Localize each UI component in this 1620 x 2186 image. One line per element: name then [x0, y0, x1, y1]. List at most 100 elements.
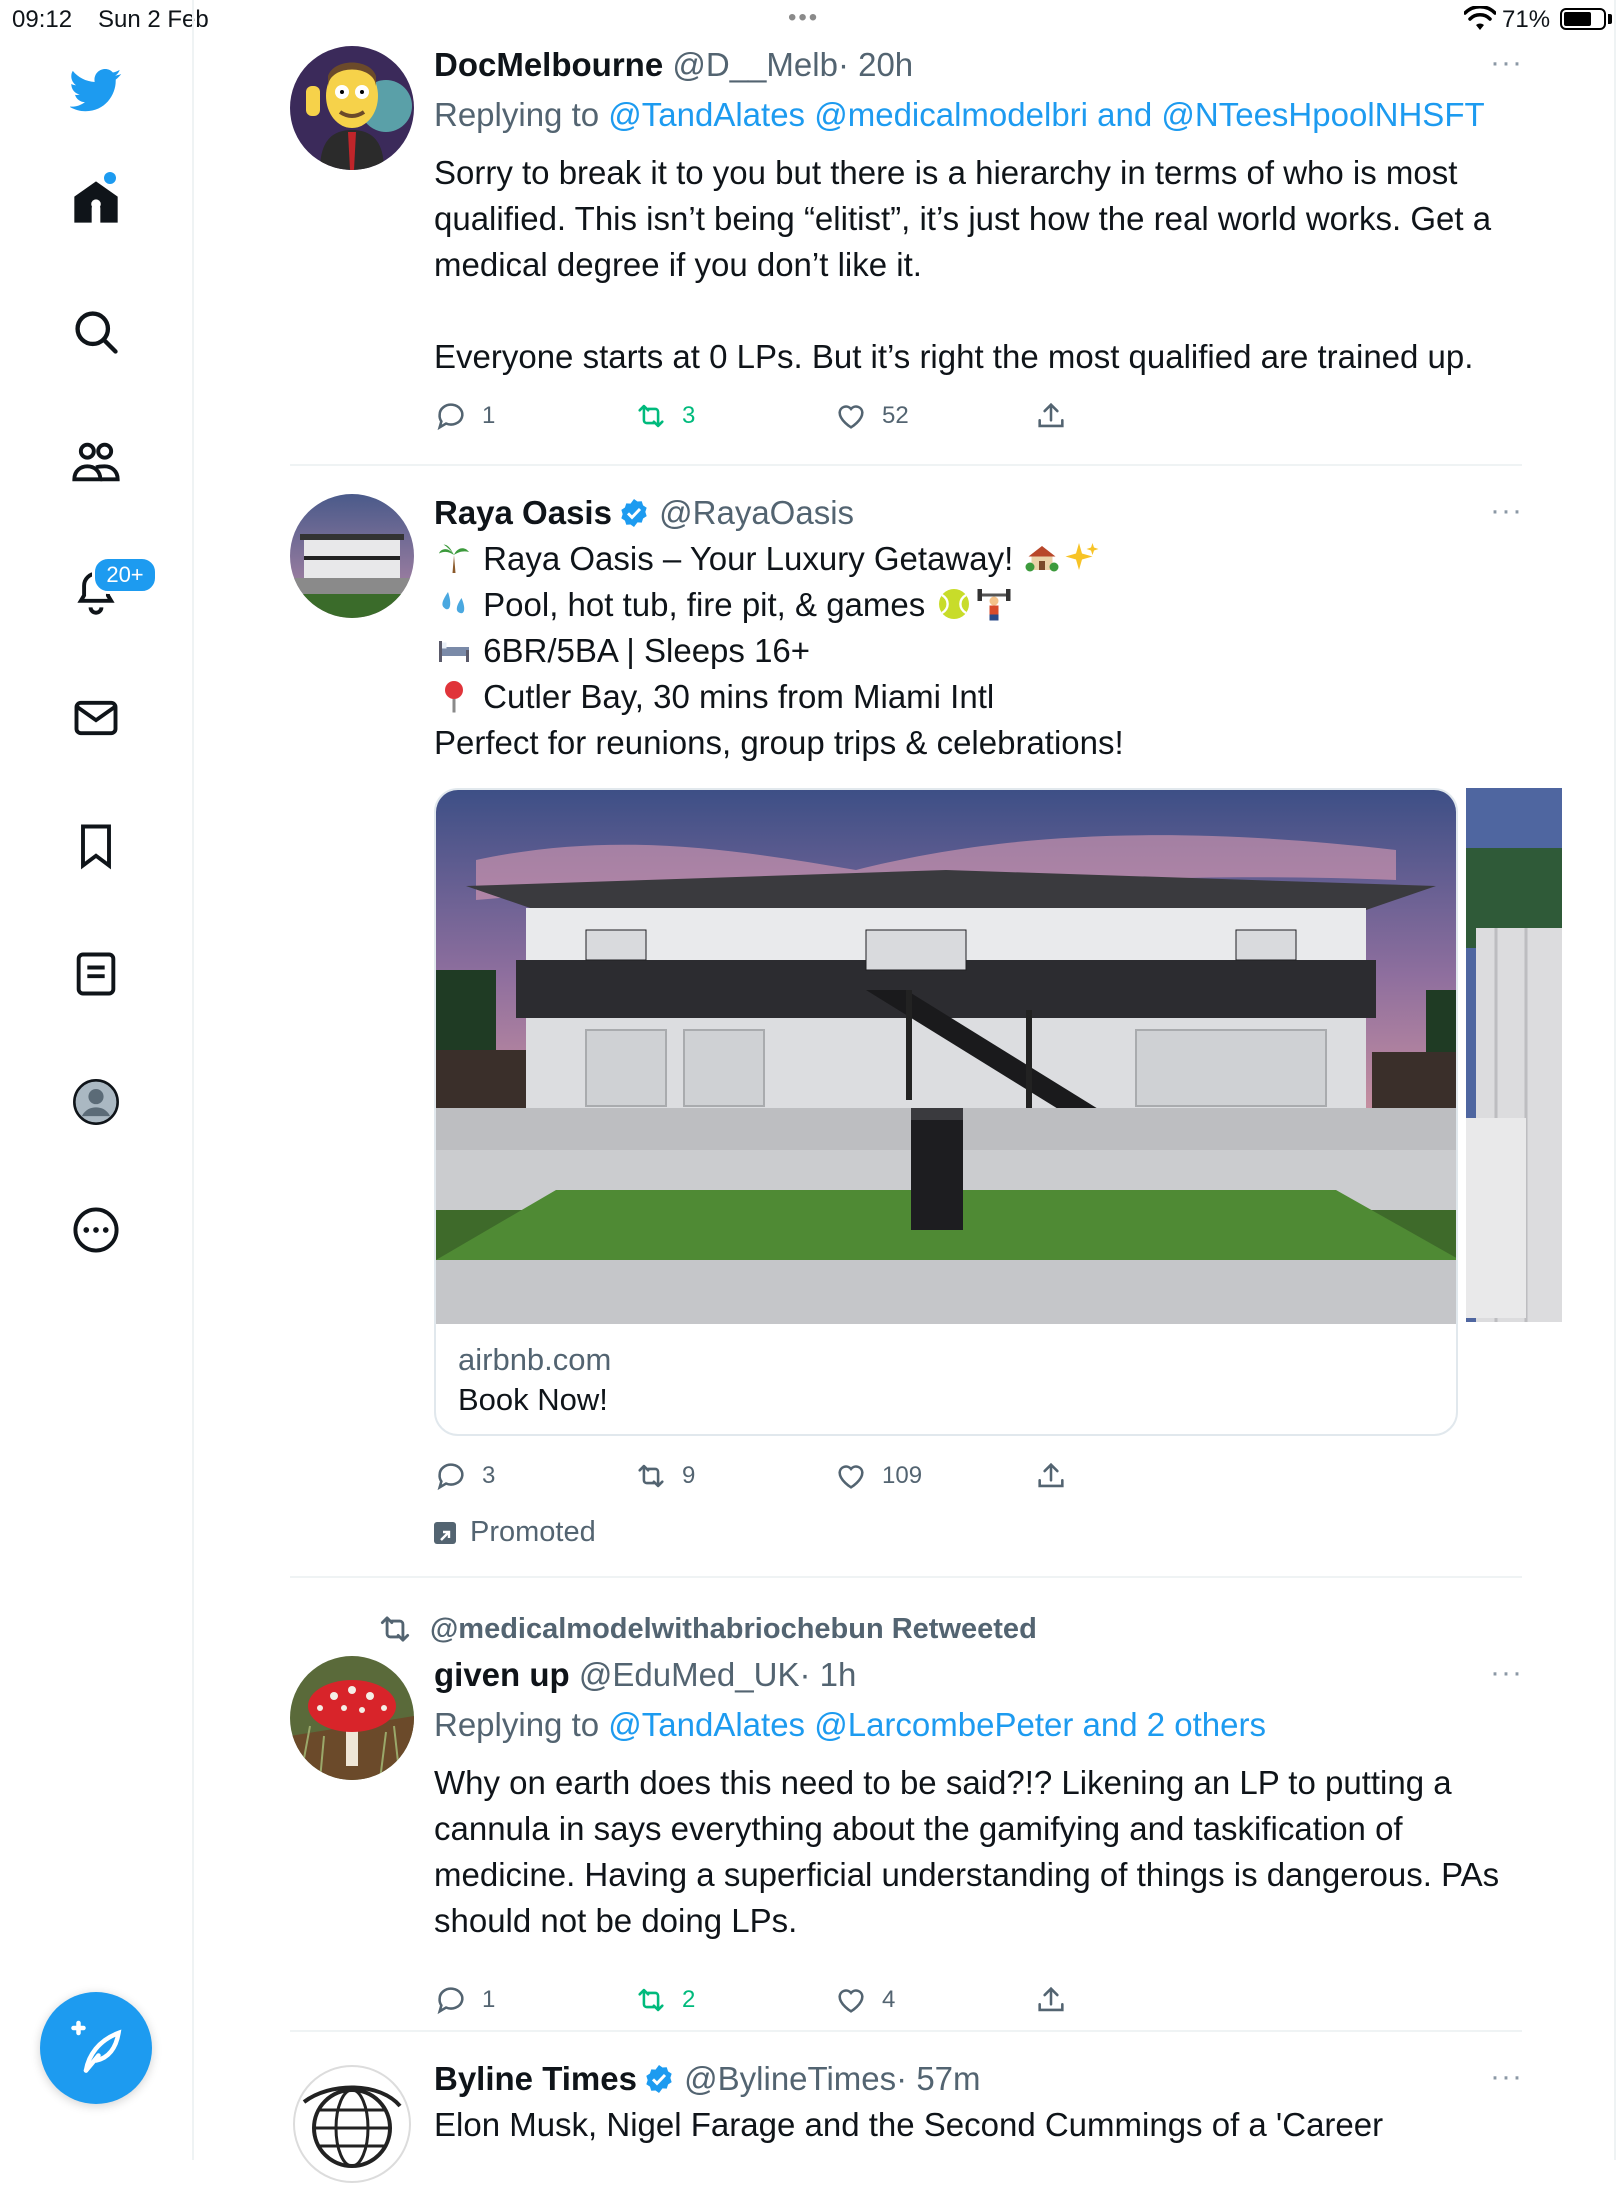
share-button[interactable] [1034, 1980, 1068, 2020]
carousel-next-photo[interactable] [1466, 788, 1562, 1322]
avatar[interactable] [290, 494, 414, 618]
tweet-actions: 1 3 52 [434, 396, 1134, 436]
share-icon [1038, 1462, 1064, 1488]
retweet-count: 2 [682, 1986, 696, 2013]
heart-icon [838, 405, 864, 429]
tweet-line-4: Cutler Bay, 30 mins from Miami Intl [483, 678, 995, 715]
like-button[interactable]: 4 [834, 1980, 895, 2020]
messages-icon[interactable] [70, 692, 122, 744]
pushpin-icon [445, 681, 463, 713]
reply-mentions[interactable]: @TandAlates @LarcombePeter and 2 others [608, 1706, 1266, 1743]
reply-count: 3 [482, 1462, 496, 1489]
profile-icon[interactable] [70, 1076, 122, 1128]
replying-label: Replying to [434, 1706, 600, 1743]
reply-button[interactable]: 1 [434, 396, 495, 436]
author-handle[interactable]: @RayaOasis [659, 494, 854, 531]
divider [290, 2030, 1522, 2032]
retweet-button[interactable]: 2 [634, 1980, 695, 2020]
like-button[interactable]: 52 [834, 396, 909, 436]
card-domain[interactable]: airbnb.com [458, 1342, 611, 1378]
like-count: 52 [882, 402, 909, 429]
more-options-icon[interactable]: ··· [1490, 2060, 1523, 2094]
sparkles-icon [1065, 543, 1099, 570]
house-photo [436, 790, 1456, 1324]
compose-feather-icon [71, 2020, 122, 2073]
more-options-icon[interactable]: ··· [1490, 1656, 1523, 1690]
wifi-icon [1464, 6, 1496, 30]
more-options-icon[interactable]: ··· [1490, 46, 1523, 80]
tweet-line-1: Raya Oasis – Your Luxury Getaway! [483, 540, 1014, 577]
divider [290, 1576, 1522, 1578]
reply-button[interactable]: 1 [434, 1980, 495, 2020]
reply-button[interactable]: 3 [434, 1456, 495, 1496]
status-bar: 09:12 Sun 2 Feb ••• 71% [0, 0, 1620, 40]
avatar[interactable] [290, 1656, 414, 1780]
link-card[interactable]: airbnb.com Book Now! [434, 788, 1458, 1436]
palm-tree-icon [439, 544, 469, 573]
replying-to: Replying to @TandAlates @medicalmodelbri… [434, 96, 1485, 134]
avatar[interactable] [290, 46, 414, 170]
author-handle[interactable]: @BylineTimes [684, 2060, 896, 2097]
compose-tweet-button[interactable] [40, 1992, 152, 2104]
tweet-time: · 1h [799, 1656, 857, 1693]
tweet-text: Sorry to break it to you but there is a … [434, 150, 1534, 380]
tennis-ball-icon [939, 589, 970, 619]
author-name[interactable]: DocMelbourne [434, 46, 663, 83]
tweet-text: Why on earth does this need to be said?!… [434, 1764, 1500, 1939]
tweet-actions: 3 9 109 [434, 1456, 1134, 1496]
tweet-text: Elon Musk, Nigel Farage and the Second C… [434, 2106, 1384, 2143]
reply-mentions[interactable]: @TandAlates @medicalmodelbri and @NTeesH… [608, 96, 1484, 133]
house-garden-icon [1025, 546, 1059, 572]
retweeted-by[interactable]: @medicalmodelwithabriochebun Retweeted [376, 1610, 1037, 1648]
author-name[interactable]: given up [434, 1656, 570, 1693]
author-handle[interactable]: @EduMed_UK [579, 1656, 800, 1693]
tweet-line-3: 6BR/5BA | Sleeps 16+ [483, 632, 811, 669]
verified-badge-icon [621, 499, 647, 527]
replying-label: Replying to [434, 96, 600, 133]
avatar[interactable] [290, 2062, 414, 2186]
tweet-text-p2: Everyone starts at 0 LPs. But it’s right… [434, 338, 1474, 375]
home-icon[interactable] [70, 176, 122, 228]
sweat-droplets-icon [442, 592, 465, 614]
share-button[interactable] [1034, 396, 1068, 436]
heart-icon [838, 1465, 864, 1489]
verified-badge-icon [646, 2065, 672, 2093]
notifications-badge: 20+ [92, 556, 158, 594]
like-count: 109 [882, 1462, 923, 1489]
reply-count: 1 [482, 1986, 496, 2013]
reply-icon [437, 403, 464, 431]
share-button[interactable] [1034, 1456, 1068, 1496]
retweeted-by-text: @medicalmodelwithabriochebun Retweeted [430, 1612, 1037, 1645]
card-title[interactable]: Book Now! [458, 1382, 608, 1418]
retweet-button[interactable]: 3 [634, 396, 695, 436]
bookmarks-icon[interactable] [70, 820, 122, 872]
tweet-text-p1: Sorry to break it to you but there is a … [434, 154, 1492, 283]
like-count: 4 [882, 1986, 896, 2013]
retweet-button[interactable]: 9 [634, 1456, 695, 1496]
more-options-icon[interactable]: ··· [1490, 494, 1523, 528]
promoted-arrow-icon [434, 1521, 456, 1544]
retweet-icon [380, 1616, 410, 1642]
more-icon[interactable] [70, 1204, 122, 1256]
like-button[interactable]: 109 [834, 1456, 922, 1496]
tweet-time: · 57m [896, 2060, 981, 2097]
retweet-count: 3 [682, 402, 696, 429]
promoted-label: Promoted [434, 1516, 596, 1549]
twitter-logo-icon[interactable] [69, 64, 122, 116]
author-handle[interactable]: @D__Melb [672, 46, 838, 83]
retweet-icon [638, 1988, 664, 2012]
author-name[interactable]: Byline Times [434, 2060, 637, 2097]
replying-to: Replying to @TandAlates @LarcombePeter a… [434, 1706, 1266, 1744]
reply-icon [437, 1463, 464, 1491]
weightlifter-icon [977, 589, 1011, 621]
author-name[interactable]: Raya Oasis [434, 494, 612, 531]
reply-icon [437, 1987, 464, 2015]
retweet-count: 9 [682, 1462, 696, 1489]
bed-icon [439, 641, 469, 662]
home-unread-dot [104, 172, 116, 184]
communities-icon[interactable] [70, 436, 122, 488]
retweet-icon [638, 1464, 664, 1488]
multitasking-dots-icon[interactable]: ••• [788, 4, 819, 32]
lists-icon[interactable] [70, 948, 122, 1000]
search-icon[interactable] [70, 306, 122, 358]
